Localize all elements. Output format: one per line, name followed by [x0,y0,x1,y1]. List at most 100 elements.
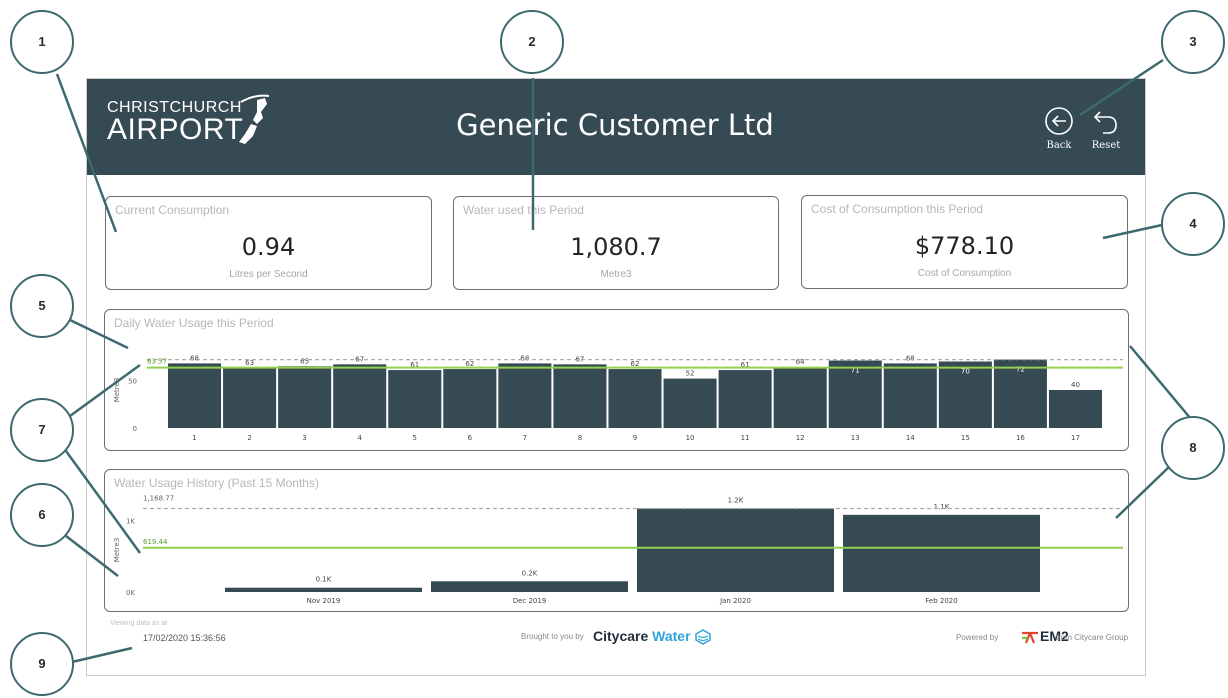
card-title: Current Consumption [115,203,230,217]
data-label: 70 [961,368,970,376]
bar [718,370,772,428]
callout-3: 3 [1161,10,1225,74]
nz-map-icon [239,94,270,144]
card-unit: Metre3 [600,269,632,280]
water-hex-icon [695,629,712,646]
powered-by-label: Powered by [956,633,999,642]
callout-1: 1 [10,10,74,74]
cost-of-consumption-card: Cost of Consumption this Period $778.10 … [801,195,1128,289]
card-value: 1,080.7 [570,233,662,261]
x-tick-label: 13 [851,434,860,442]
back-arrow-icon [1045,107,1073,135]
daily-usage-chart[interactable]: Daily Water Usage this Period Metre3 0 50 6… [104,309,1129,451]
x-tick-label: 3 [302,434,306,442]
logo-line2: AIRPORT [107,113,244,146]
card-unit: Litres per Second [229,269,308,280]
card-title: Cost of Consumption this Period [811,202,984,216]
em2-mark-icon [1022,632,1038,644]
data-label: 68 [906,354,915,362]
data-label: 63 [245,359,254,367]
x-tick-label: 9 [633,434,637,442]
citycare-water-logo: Citycare Water [593,628,712,646]
callout-5: 5 [10,274,74,338]
y-tick-label: 1K [126,518,135,526]
max-label: 1,168.77 [143,495,174,503]
bar [663,378,717,428]
data-label: 40 [1071,381,1080,389]
y-tick-label: 50 [128,378,137,386]
x-tick-label: 2 [247,434,251,442]
data-label: 0.2K [522,569,538,577]
data-label: 0.1K [316,576,332,584]
page-title: Generic Customer Ltd [456,108,774,142]
x-tick-label: 17 [1071,434,1080,442]
from-group-label: from Citycare Group [1056,633,1129,642]
callout-2: 2 [500,10,564,74]
bar [498,363,552,428]
data-label: 1.1K [934,503,950,511]
water-used-card: Water used this Period 1,080.7 Metre3 [453,196,779,290]
bar [883,363,937,428]
viewing-data-label: Viewing data as at [110,620,168,627]
bar [333,364,387,428]
bar [168,363,222,428]
reset-button[interactable]: Reset [1086,106,1126,151]
callout-9: 9 [10,632,74,696]
usage-history-plot: Metre3 0K 1K 0.1K Nov 2019 0.2K Dec 2019 1.2K Ja… [113,495,1123,605]
bar [608,369,662,428]
callout-6: 6 [10,483,74,547]
bar [773,367,827,428]
x-tick-label: Jan 2020 [719,597,751,605]
bar [443,369,497,428]
x-tick-label: 16 [1016,434,1025,442]
data-label: 52 [686,370,695,378]
data-label: 68 [190,354,199,362]
brought-by-label: Brought to you by [521,632,584,641]
data-label: 1.2K [728,497,744,505]
bar [431,581,628,592]
card-value: $778.10 [914,232,1015,260]
y-axis-label: Metre3 [113,538,121,563]
bar [637,508,834,592]
x-tick-label: 5 [413,434,417,442]
x-tick-label: 6 [468,434,473,442]
bar [225,587,422,592]
usage-history-chart[interactable]: Water Usage History (Past 15 Months) Met… [104,469,1129,612]
bar [1048,390,1102,428]
back-label: Back [1046,140,1072,151]
x-tick-label: 8 [578,434,582,442]
y-axis-label: Metre3 [113,378,121,403]
back-button[interactable]: Back [1039,106,1079,151]
bar [843,514,1040,592]
christchurch-airport-logo: CHRISTCHURCH AIRPORT [107,94,270,146]
x-tick-label: 10 [686,434,695,442]
card-title: Water used this Period [463,203,584,217]
x-tick-label: Dec 2019 [513,597,547,605]
x-tick-label: 15 [961,434,970,442]
average-label: 63.57 [147,358,167,366]
reset-undo-icon [1093,111,1117,134]
data-label: 65 [300,357,309,365]
card-value: 0.94 [241,233,296,261]
average-label: 619.44 [143,538,168,546]
bar [388,370,442,428]
data-label: 68 [520,354,529,362]
y-tick-label: 0K [126,589,135,597]
callout-4: 4 [1161,192,1225,256]
callout-7: 7 [10,398,74,462]
x-tick-label: 14 [906,434,915,442]
card-unit: Cost of Consumption [917,268,1012,279]
brand-citycare: Citycare [593,628,649,644]
callout-8: 8 [1161,416,1225,480]
x-tick-label: Nov 2019 [307,597,341,605]
bar [553,364,607,428]
daily-usage-plot: Metre30506816326536746156266876786295210… [113,354,1123,442]
report-page: CHRISTCHURCH AIRPORT Generic Customer Lt… [0,0,1228,698]
bar [278,366,332,428]
x-tick-label: 7 [523,434,527,442]
x-tick-label: Feb 2020 [925,597,957,605]
current-consumption-card: Current Consumption 0.94 Litres per Seco… [105,196,432,290]
x-tick-label: 12 [796,434,805,442]
x-tick-label: 1 [192,434,196,442]
x-tick-label: 11 [741,434,750,442]
